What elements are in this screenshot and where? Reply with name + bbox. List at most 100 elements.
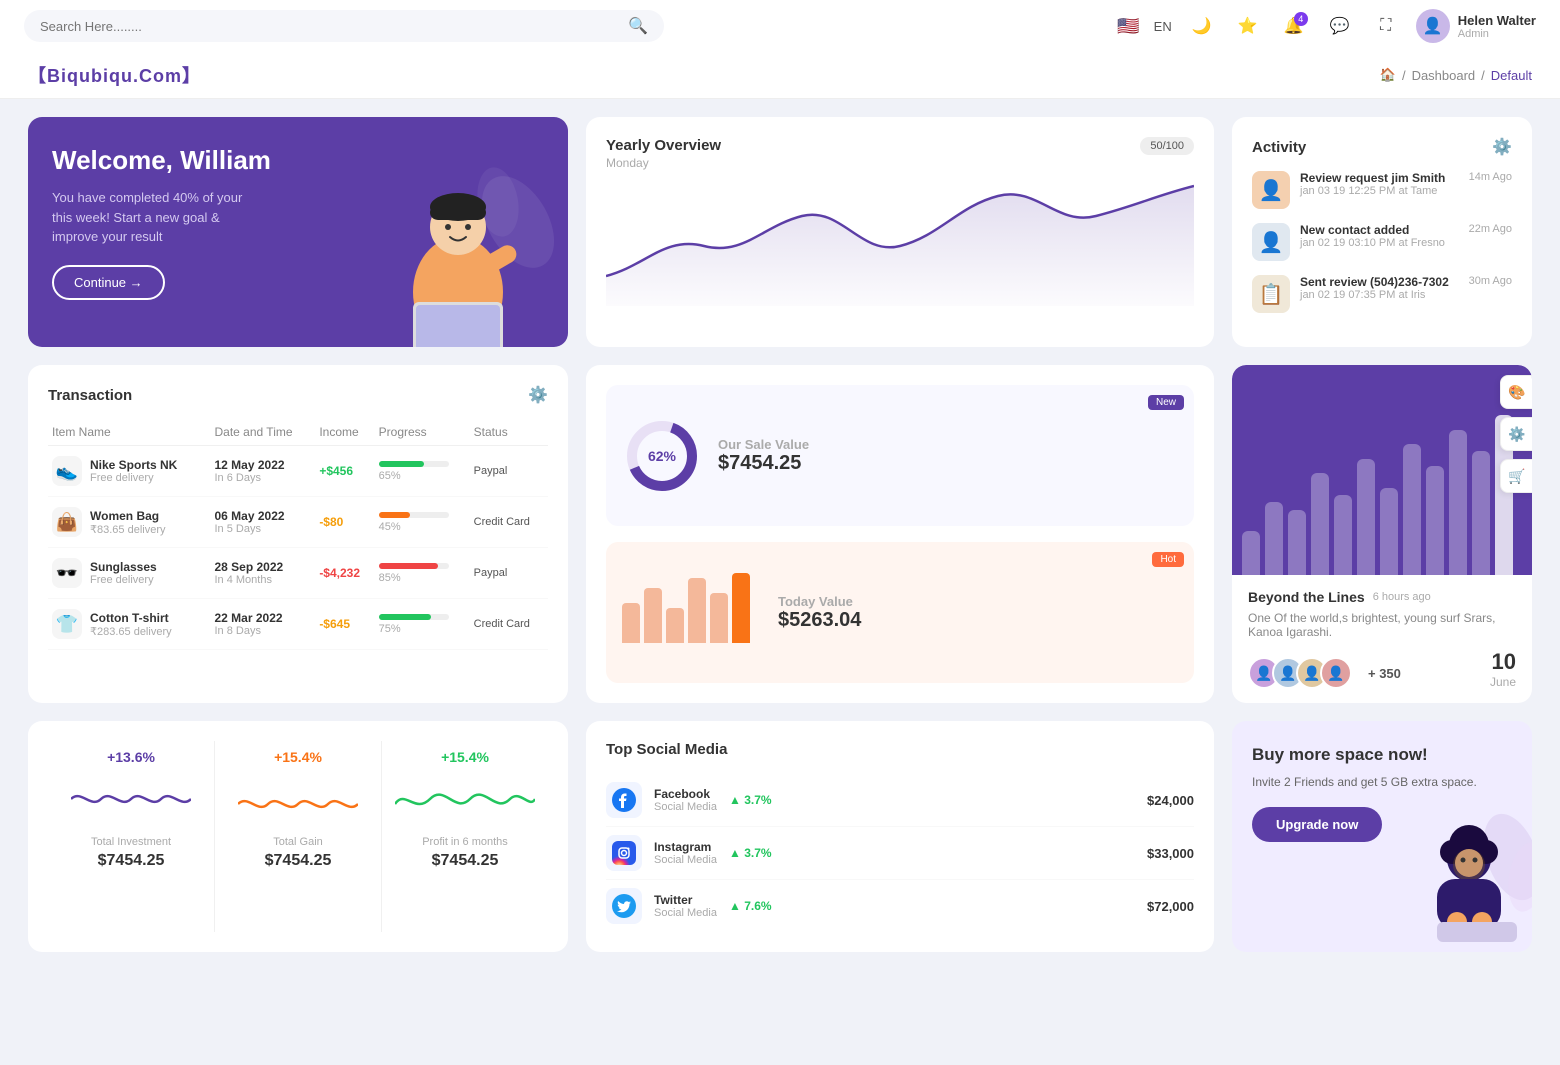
nav-icons: 🇺🇸 EN 🌙 ⭐ 🔔 4 💬 ⛶ 👤 Helen Walter Admin bbox=[1117, 9, 1536, 43]
beyond-bar-0 bbox=[1242, 531, 1260, 575]
beyond-time: 6 hours ago bbox=[1373, 591, 1431, 603]
user-role: Admin bbox=[1458, 28, 1536, 40]
col-income: Income bbox=[315, 419, 374, 446]
stat-label-2: Profit in 6 months bbox=[392, 836, 538, 848]
table-row: 🕶️ Sunglasses Free delivery 28 Sep 2022 … bbox=[48, 548, 548, 599]
sale-info-bottom: Today Value $5263.04 bbox=[778, 594, 861, 632]
stat-item-1: +15.4% Total Gain $7454.25 bbox=[215, 741, 382, 932]
breadcrumb-current: Default bbox=[1491, 68, 1532, 83]
social-name-1: Instagram Social Media bbox=[654, 840, 717, 866]
donut-percent: 62% bbox=[648, 448, 676, 464]
stat-percent-2: +15.4% bbox=[392, 749, 538, 765]
today-label: Today Value bbox=[778, 594, 861, 609]
activity-item-1: 👤 New contact added jan 02 19 03:10 PM a… bbox=[1252, 223, 1512, 261]
beyond-info: Beyond the Lines 6 hours ago One Of the … bbox=[1232, 575, 1532, 703]
today-bar-1 bbox=[644, 588, 662, 643]
activity-title: Activity bbox=[1252, 139, 1306, 156]
beyond-bar-4 bbox=[1334, 495, 1352, 575]
stat-label-0: Total Investment bbox=[58, 836, 204, 848]
beyond-avatar-4: 👤 bbox=[1320, 657, 1352, 689]
social-amount-0: $24,000 bbox=[1147, 793, 1194, 808]
activity-card: Activity ⚙️ 👤 Review request jim Smith j… bbox=[1232, 117, 1532, 347]
breadcrumb-bar: 【Biqubiqu.Com】 🏠 / Dashboard / Default bbox=[0, 52, 1560, 99]
top-navigation: 🔍 🇺🇸 EN 🌙 ⭐ 🔔 4 💬 ⛶ 👤 Helen Walter Admin bbox=[0, 0, 1560, 52]
buy-illustration bbox=[1412, 807, 1532, 952]
social-name-0: Facebook Social Media bbox=[654, 787, 717, 813]
activity-sub-0: jan 03 19 12:25 PM at Tame bbox=[1300, 185, 1459, 197]
beyond-icon-3[interactable]: 🛒 bbox=[1500, 459, 1532, 493]
language-label: EN bbox=[1154, 19, 1172, 34]
search-bar[interactable]: 🔍 bbox=[24, 10, 664, 42]
beyond-side-icons: 🎨 ⚙️ 🛒 bbox=[1500, 375, 1532, 493]
social-growth-0: ▲ 3.7% bbox=[729, 793, 784, 807]
social-amount-2: $72,000 bbox=[1147, 899, 1194, 914]
social-growth-2: ▲ 7.6% bbox=[729, 899, 784, 913]
social-icon-1 bbox=[606, 835, 642, 871]
yearly-overview-card: Yearly Overview Monday 50/100 bbox=[586, 117, 1214, 347]
sale-inner-bottom: Hot Today Value $5263.04 bbox=[606, 542, 1194, 683]
activity-time-2: 30m Ago bbox=[1469, 275, 1512, 287]
today-bar-4 bbox=[710, 593, 728, 643]
activity-title-2: Sent review (504)236-7302 bbox=[1300, 275, 1459, 289]
avatar: 👤 bbox=[1416, 9, 1450, 43]
beyond-icon-1[interactable]: 🎨 bbox=[1500, 375, 1532, 409]
activity-settings-icon[interactable]: ⚙️ bbox=[1492, 137, 1512, 157]
star-button[interactable]: ⭐ bbox=[1232, 10, 1264, 42]
col-status: Status bbox=[470, 419, 548, 446]
stat-item-2: +15.4% Profit in 6 months $7454.25 bbox=[382, 741, 548, 932]
stat-label-1: Total Gain bbox=[225, 836, 371, 848]
beyond-avatars: 👤 👤 👤 👤 bbox=[1248, 657, 1344, 689]
social-media-title: Top Social Media bbox=[606, 741, 1194, 758]
col-progress: Progress bbox=[375, 419, 470, 446]
notification-badge: 4 bbox=[1294, 12, 1308, 26]
activity-item-2: 📋 Sent review (504)236-7302 jan 02 19 07… bbox=[1252, 275, 1512, 313]
social-icon-2 bbox=[606, 888, 642, 924]
language-button[interactable]: EN bbox=[1154, 19, 1172, 34]
activity-thumb-0: 👤 bbox=[1252, 171, 1290, 209]
activity-item-0: 👤 Review request jim Smith jan 03 19 12:… bbox=[1252, 171, 1512, 209]
social-item-1: Instagram Social Media ▲ 3.7% $33,000 bbox=[606, 827, 1194, 880]
today-bar-3 bbox=[688, 578, 706, 643]
user-info[interactable]: 👤 Helen Walter Admin bbox=[1416, 9, 1536, 43]
fullscreen-button[interactable]: ⛶ bbox=[1370, 10, 1402, 42]
yearly-overview-subtitle: Monday bbox=[606, 156, 721, 170]
today-bar-0 bbox=[622, 603, 640, 643]
home-icon: 🏠 bbox=[1380, 67, 1396, 83]
activity-text-1: New contact added jan 02 19 03:10 PM at … bbox=[1300, 223, 1459, 249]
social-icon-0 bbox=[606, 782, 642, 818]
beyond-lines-card: 🎨 ⚙️ 🛒 Beyond the Lines 6 hours ago One … bbox=[1232, 365, 1532, 703]
stat-item-0: +13.6% Total Investment $7454.25 bbox=[48, 741, 215, 932]
beyond-icon-2[interactable]: ⚙️ bbox=[1500, 417, 1532, 451]
buy-desc: Invite 2 Friends and get 5 GB extra spac… bbox=[1252, 773, 1512, 791]
sale-price: $7454.25 bbox=[718, 452, 809, 475]
beyond-desc: One Of the world,s brightest, young surf… bbox=[1248, 611, 1516, 639]
flag-icon: 🇺🇸 bbox=[1117, 16, 1139, 37]
col-date-time: Date and Time bbox=[210, 419, 315, 446]
continue-button[interactable]: Continue → bbox=[52, 265, 165, 300]
beyond-bar-3 bbox=[1311, 473, 1329, 575]
stat-percent-1: +15.4% bbox=[225, 749, 371, 765]
transaction-title: Transaction bbox=[48, 387, 132, 404]
upgrade-button[interactable]: Upgrade now bbox=[1252, 807, 1382, 842]
breadcrumb-dashboard[interactable]: Dashboard bbox=[1412, 68, 1476, 83]
sale-value-card: New 62% Our Sale Value $7454.25 Hot Toda… bbox=[586, 365, 1214, 703]
beyond-chart bbox=[1232, 365, 1532, 575]
transaction-settings-icon[interactable]: ⚙️ bbox=[528, 385, 548, 405]
sale-info-top: Our Sale Value $7454.25 bbox=[718, 437, 809, 475]
stat-percent-0: +13.6% bbox=[58, 749, 204, 765]
beyond-bar-7 bbox=[1403, 444, 1421, 575]
dark-mode-button[interactable]: 🌙 bbox=[1186, 10, 1218, 42]
user-name: Helen Walter bbox=[1458, 13, 1536, 28]
hot-badge: Hot bbox=[1152, 552, 1184, 567]
social-item-0: Facebook Social Media ▲ 3.7% $24,000 bbox=[606, 774, 1194, 827]
donut-chart: 62% bbox=[622, 416, 702, 496]
table-row: 👜 Women Bag ₹83.65 delivery 06 May 2022 … bbox=[48, 497, 548, 548]
main-content: Welcome, William You have completed 40% … bbox=[0, 99, 1560, 970]
activity-sub-2: jan 02 19 07:35 PM at Iris bbox=[1300, 289, 1459, 301]
notification-button[interactable]: 🔔 4 bbox=[1278, 10, 1310, 42]
today-bar-5 bbox=[732, 573, 750, 643]
activity-time-0: 14m Ago bbox=[1469, 171, 1512, 183]
chat-button[interactable]: 💬 bbox=[1324, 10, 1356, 42]
search-input[interactable] bbox=[40, 19, 620, 34]
table-row: 👕 Cotton T-shirt ₹283.65 delivery 22 Mar… bbox=[48, 599, 548, 650]
